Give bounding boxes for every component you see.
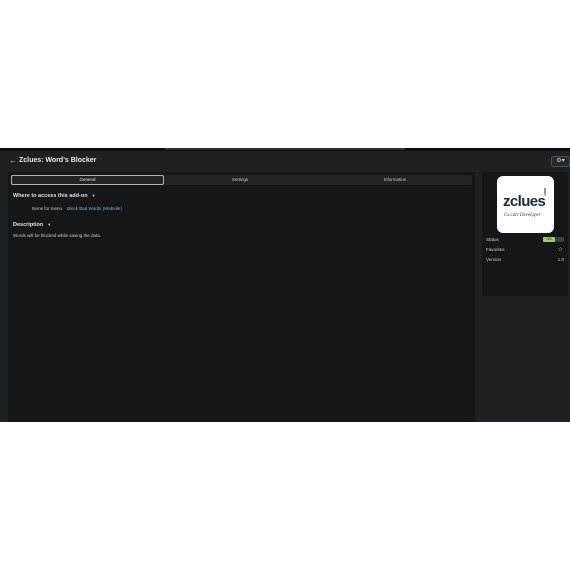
status-toggle[interactable]: ON — [543, 237, 564, 242]
tab-settings[interactable]: Settings — [164, 175, 316, 185]
app-window: ← Zclues: Word's Blocker ⚙▾ General Sett… — [0, 148, 570, 422]
chevron-down-icon: ▼ — [91, 193, 96, 198]
logo-brand: zclues — [503, 193, 546, 210]
page-header: ← Zclues: Word's Blocker ⚙▾ — [0, 154, 570, 170]
chevron-down-icon: ▾ — [561, 158, 565, 164]
items-menu-label: Items for menu — [32, 206, 63, 211]
status-row: Status ON — [486, 236, 564, 244]
version-row: Version 1.0 — [486, 256, 564, 264]
description-section-title: Description — [13, 222, 44, 228]
addon-info-sidebar: zclues .com Cs.cart Developer Status ON … — [482, 172, 568, 296]
version-value: 1.0 — [557, 257, 564, 262]
chevron-down-icon: ▼ — [47, 222, 52, 227]
logo-tagline: Cs.cart Developer — [504, 213, 541, 218]
access-section-heading[interactable]: Where to access this add-on ▼ — [13, 193, 96, 199]
access-section-title: Where to access this add-on — [13, 193, 88, 199]
version-label: Version — [486, 257, 502, 262]
top-bar — [0, 148, 570, 151]
logo-domain: .com — [543, 187, 547, 196]
tab-general[interactable]: General — [11, 175, 164, 185]
description-text: Words will be blocked while saving the d… — [13, 233, 101, 238]
favorites-label: Favorites — [486, 247, 505, 252]
main-panel: General Settings Information Where to ac… — [8, 172, 475, 422]
status-label: Status — [486, 237, 499, 242]
tab-information[interactable]: Information — [318, 175, 472, 185]
star-icon[interactable]: ☆ — [558, 246, 563, 254]
top-bar-accent — [165, 148, 405, 150]
status-toggle-on: ON — [543, 237, 555, 242]
description-section-heading[interactable]: Description ▼ — [13, 222, 51, 228]
tab-bar: General Settings Information — [11, 175, 472, 185]
back-arrow-icon[interactable]: ← — [9, 157, 17, 165]
addon-logo: zclues .com Cs.cart Developer — [497, 176, 554, 233]
settings-dropdown-button[interactable]: ⚙▾ — [551, 156, 570, 167]
favorites-row: Favorites ☆ — [486, 246, 564, 254]
page-title: Zclues: Word's Blocker — [19, 157, 97, 164]
block-bad-words-link[interactable]: Block Bad Words (Website) — [67, 206, 122, 211]
